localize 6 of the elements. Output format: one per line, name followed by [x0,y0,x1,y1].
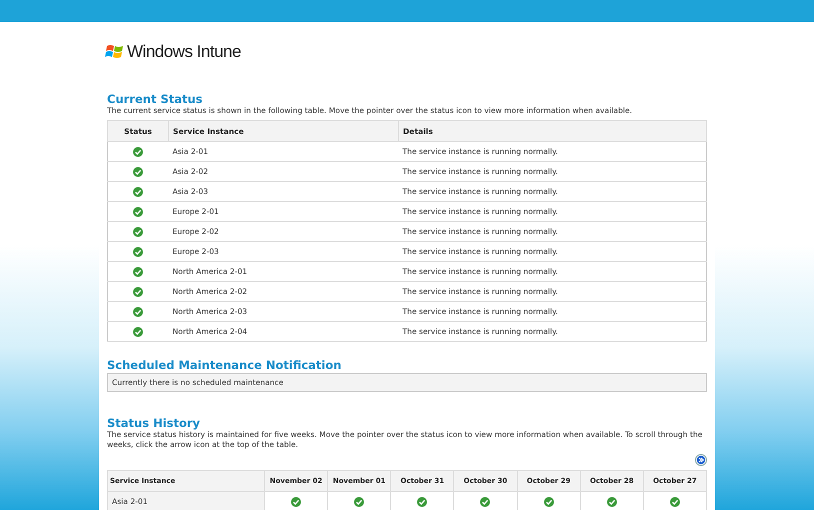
next-arrow-button[interactable] [695,454,707,466]
section-title: Status History [107,416,202,430]
section-title: Scheduled Maintenance Notification [107,358,342,372]
section-title: Current Status [107,92,204,106]
windows-logo-icon [105,44,124,60]
logo-text: Windows Intune [127,42,241,62]
